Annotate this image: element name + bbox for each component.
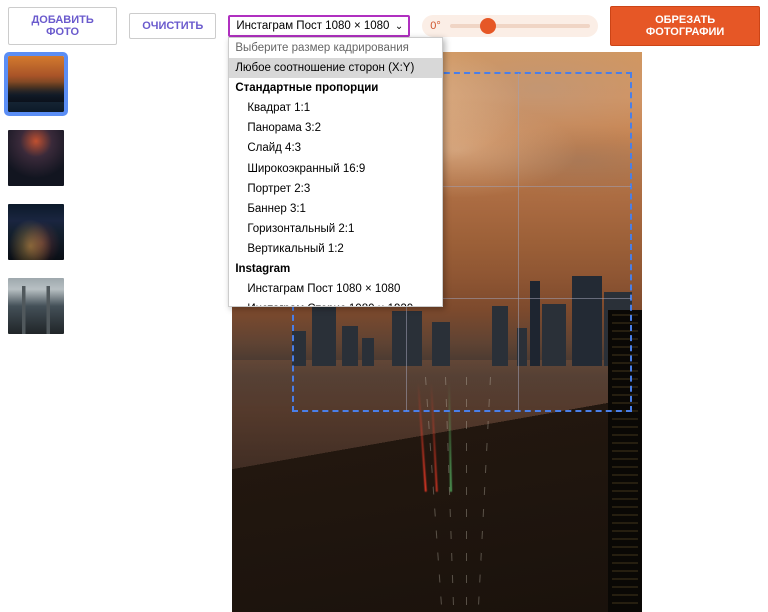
dropdown-group-standard: Стандартные пропорции [229, 78, 442, 98]
dropdown-item[interactable]: Баннер 3:1 [229, 199, 442, 219]
dropdown-item[interactable]: Слайд 4:3 [229, 138, 442, 158]
dropdown-item-free-ratio[interactable]: Любое соотношение сторон (X:Y) [229, 58, 442, 78]
dropdown-item[interactable]: Квадрат 1:1 [229, 98, 442, 118]
thumbnail[interactable] [8, 278, 64, 334]
dropdown-item[interactable]: Вертикальный 1:2 [229, 239, 442, 259]
crop-size-select[interactable]: Инстаграм Пост 1080 × 1080 ⌄ Выберите ра… [228, 15, 410, 37]
chevron-down-icon: ⌄ [395, 21, 403, 32]
thumbnail[interactable] [8, 204, 64, 260]
dropdown-item[interactable]: Горизонтальный 2:1 [229, 219, 442, 239]
dropdown-placeholder: Выберите размер кадрирования [229, 38, 442, 58]
thumbnail[interactable] [8, 130, 64, 186]
clear-button[interactable]: ОЧИСТИТЬ [129, 13, 216, 39]
crop-photos-button[interactable]: ОБРЕЗАТЬ ФОТОГРАФИИ [610, 6, 760, 46]
dropdown-group-instagram: Instagram [229, 259, 442, 279]
dropdown-item[interactable]: Портрет 2:3 [229, 179, 442, 199]
crop-size-dropdown[interactable]: Выберите размер кадрирования Любое соотн… [228, 37, 443, 307]
rotation-slider-thumb[interactable] [480, 18, 496, 34]
dropdown-item[interactable]: Панорама 3:2 [229, 118, 442, 138]
add-photo-button[interactable]: ДОБАВИТЬ ФОТО [8, 7, 117, 45]
dropdown-item[interactable]: Инстаграм Пост 1080 × 1080 [229, 279, 442, 299]
toolbar: ДОБАВИТЬ ФОТО ОЧИСТИТЬ Инстаграм Пост 10… [0, 0, 768, 52]
thumbnail-strip [0, 52, 72, 612]
crop-size-selected-text: Инстаграм Пост 1080 × 1080 [236, 20, 389, 32]
rotation-slider[interactable] [450, 24, 590, 28]
thumbnail[interactable] [8, 56, 64, 112]
crop-size-select-value[interactable]: Инстаграм Пост 1080 × 1080 ⌄ [228, 15, 410, 37]
dropdown-item[interactable]: Широкоэкранный 16:9 [229, 159, 442, 179]
rotation-control[interactable]: 0° [422, 15, 598, 37]
rotation-value: 0° [430, 20, 444, 32]
dropdown-item[interactable]: Инстаграм Сторис 1080 × 1920 [229, 299, 442, 307]
